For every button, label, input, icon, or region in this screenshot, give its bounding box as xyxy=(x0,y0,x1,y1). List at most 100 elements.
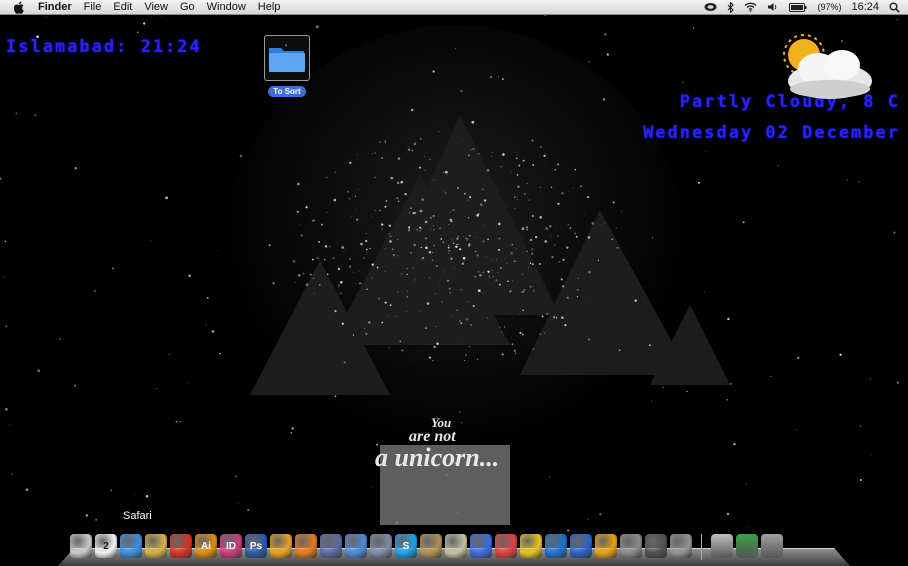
quicktime-icon[interactable] xyxy=(370,534,392,558)
wallpaper-particle xyxy=(466,237,469,240)
wallpaper-particle xyxy=(482,188,484,190)
wallpaper-particle xyxy=(188,274,192,278)
wallpaper-particle xyxy=(476,254,479,257)
to-sort-folder[interactable]: To Sort xyxy=(264,35,310,99)
wallpaper-particle xyxy=(381,223,384,226)
wallpaper-particle xyxy=(472,304,475,308)
wallpaper-particle xyxy=(329,245,331,248)
wallpaper-particle xyxy=(501,78,504,81)
tv-app-icon[interactable] xyxy=(595,534,617,558)
wallpaper-particle xyxy=(448,287,451,290)
blender-icon[interactable] xyxy=(295,534,317,558)
wallpaper-particle xyxy=(477,289,481,293)
app-menu-finder[interactable]: Finder xyxy=(32,0,78,15)
menubar-clock[interactable]: 16:24 xyxy=(851,1,879,13)
preview-icon[interactable] xyxy=(145,534,167,558)
wallpaper-particle xyxy=(515,352,517,354)
wallpaper-particle xyxy=(112,267,115,270)
spotlight-icon[interactable] xyxy=(889,2,900,13)
ball-app-icon[interactable] xyxy=(170,534,192,558)
wallpaper-particle xyxy=(496,259,497,260)
wallpaper-particle xyxy=(432,224,434,226)
menu-edit[interactable]: Edit xyxy=(107,0,138,15)
volume-icon[interactable] xyxy=(767,2,779,12)
wallpaper-particle xyxy=(511,343,514,346)
wallpaper-particle xyxy=(485,256,487,258)
wallpaper-particle xyxy=(651,236,654,239)
wallpaper-particle xyxy=(428,250,432,254)
wallpaper-particle xyxy=(409,359,410,361)
itunes-icon[interactable] xyxy=(345,534,367,558)
wallpaper-particle xyxy=(465,317,469,321)
menu-bar: Finder File Edit View Go Window Help (97… xyxy=(0,0,908,15)
utility-app-icon[interactable] xyxy=(620,534,642,558)
wallpaper-particle xyxy=(574,168,577,171)
wallpaper-particle xyxy=(408,145,410,147)
battery-icon[interactable] xyxy=(789,2,807,12)
wallpaper-particle xyxy=(394,316,396,318)
bluetooth-icon[interactable] xyxy=(727,1,735,13)
wallpaper-particle xyxy=(347,190,349,193)
apple-icon[interactable] xyxy=(12,0,26,14)
wallpaper-particle xyxy=(385,142,386,144)
radiation-app-icon[interactable] xyxy=(520,534,542,558)
skype-icon[interactable]: S xyxy=(395,534,417,558)
wallpaper-particle xyxy=(389,205,391,207)
sketch-app-icon[interactable] xyxy=(270,534,292,558)
wallpaper-particle xyxy=(561,316,564,319)
wallpaper-particle xyxy=(439,282,440,284)
wallpaper-particle xyxy=(583,214,585,216)
wallpaper-particle xyxy=(371,215,373,217)
wallpaper-particle xyxy=(435,325,437,327)
finder-icon[interactable] xyxy=(70,534,92,558)
wallpaper-particle xyxy=(294,259,296,261)
globe-app-icon[interactable] xyxy=(545,534,567,558)
sync-icon[interactable] xyxy=(704,2,717,12)
safari-icon[interactable] xyxy=(120,534,142,558)
wallpaper-particle xyxy=(433,179,435,181)
wallpaper-particle xyxy=(168,354,171,356)
trash-icon[interactable] xyxy=(761,534,783,558)
wallpaper-particle xyxy=(453,268,455,270)
movie-app-icon[interactable] xyxy=(420,534,442,558)
transmit-app-icon[interactable] xyxy=(570,534,592,558)
wallpaper-particle xyxy=(483,225,485,226)
menu-help[interactable]: Help xyxy=(252,0,287,15)
camera-app-icon[interactable] xyxy=(645,534,667,558)
menu-view[interactable]: View xyxy=(138,0,174,15)
wallpaper-particle xyxy=(433,229,435,231)
menu-window[interactable]: Window xyxy=(201,0,252,15)
dvd-player-icon[interactable] xyxy=(470,534,492,558)
wallpaper-particle xyxy=(315,25,319,29)
wallpaper-particle xyxy=(498,248,501,252)
applications-stack-icon[interactable] xyxy=(711,534,733,558)
wallpaper-particle xyxy=(467,154,470,157)
wallpaper-particle xyxy=(384,140,386,142)
wallpaper-particle xyxy=(566,296,569,299)
wallpaper-particle xyxy=(0,177,2,180)
wallpaper-particle xyxy=(408,226,411,229)
pen-app-icon[interactable] xyxy=(320,534,342,558)
settings-app-icon[interactable] xyxy=(670,534,692,558)
wallpaper-particle xyxy=(179,421,181,423)
menu-file[interactable]: File xyxy=(78,0,108,15)
wallpaper-particle xyxy=(539,216,542,219)
game-app-icon[interactable] xyxy=(495,534,517,558)
wallpaper-particle xyxy=(369,247,371,250)
star-app-icon[interactable] xyxy=(445,534,467,558)
wallpaper-particle xyxy=(355,209,356,210)
illustrator-icon[interactable]: Ai xyxy=(195,534,217,558)
wallpaper-particle xyxy=(434,292,436,294)
wifi-icon[interactable] xyxy=(744,2,757,12)
ical-icon[interactable]: 2 xyxy=(95,534,117,558)
wallpaper-particle xyxy=(777,165,779,167)
photoshop-icon[interactable]: Ps xyxy=(245,534,267,558)
wallpaper-particle xyxy=(45,15,47,17)
downloads-stack-icon[interactable] xyxy=(736,534,758,558)
wallpaper-particle xyxy=(726,398,729,401)
wallpaper-particle xyxy=(349,257,352,260)
menu-go[interactable]: Go xyxy=(174,0,201,15)
wallpaper-particle xyxy=(305,283,309,287)
indesign-icon[interactable]: ID xyxy=(220,534,242,558)
wallpaper-particle xyxy=(374,152,376,154)
